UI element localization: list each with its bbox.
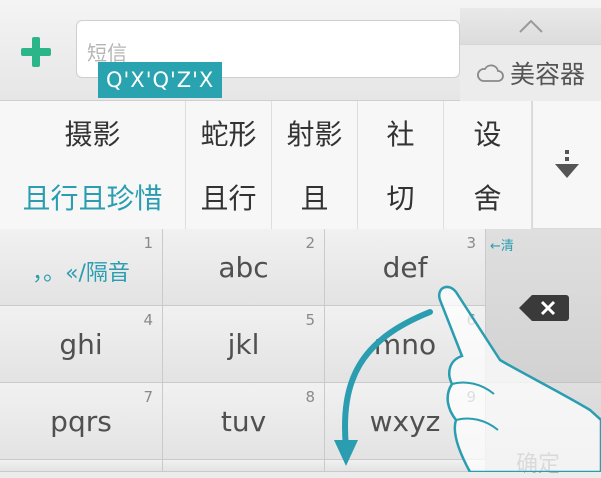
key-label: wxyz [369,405,441,438]
chevron-up-icon [518,19,543,33]
confirm-label: 确定 [516,452,561,477]
add-attachment-button[interactable] [14,30,58,74]
candidate-highlighted[interactable]: 且行且珍惜 [0,165,186,229]
key-bottom-left[interactable] [0,460,163,472]
candidate-row-1: 摄影 蛇形 射影 社 设 [0,101,532,166]
clear-hint: ←清 [490,239,514,254]
key-def[interactable]: def 3 [325,229,486,306]
top-bar: 短信 Q'X'Q'Z'X 美容器 [0,0,601,101]
candidate[interactable]: 设 [444,101,532,165]
candidate[interactable]: 摄影 [0,101,186,165]
cloud-suggestion[interactable]: 美容器 [460,44,601,101]
key-bottom-middle[interactable] [163,460,325,472]
key-number: 6 [466,311,476,329]
collapse-keyboard-button[interactable] [460,8,601,44]
key-label: abc [218,251,269,284]
key-bottom-right[interactable] [325,460,486,472]
key-1[interactable]: ，。«/隔音 1 [0,229,163,306]
key-number: 3 [466,234,476,252]
candidate[interactable]: 射影 [272,101,358,165]
key-number: 9 [466,388,476,406]
key-number: 5 [305,311,315,329]
key-number: 4 [143,311,153,329]
backspace-icon [519,295,569,321]
candidate-row-2: 且行且珍惜 且行 且 切 舍 [0,165,532,230]
key-abc[interactable]: abc 2 [163,229,325,306]
plus-icon [21,37,51,67]
candidate[interactable]: 舍 [444,165,532,229]
key-number: 1 [143,234,153,252]
candidate[interactable]: 社 [358,101,444,165]
key-ghi[interactable]: ghi 4 [0,306,163,383]
key-pqrs[interactable]: pqrs 7 [0,383,163,460]
key-tuv[interactable]: tuv 8 [163,383,325,460]
key-label: ghi [59,328,103,361]
cloud-icon [477,64,504,82]
expand-down-icon [555,149,579,178]
backspace-key[interactable]: ←清 [486,229,601,383]
key-label: jkl [227,328,260,361]
key-number: 2 [305,234,315,252]
key-wxyz[interactable]: wxyz 9 [325,383,486,460]
more-candidates-button[interactable] [532,101,601,229]
key-label: tuv [220,405,267,438]
key-label: pqrs [50,405,112,438]
key-mno[interactable]: mno 6 [325,306,486,383]
cloud-suggestion-text: 美容器 [509,60,585,89]
key-number: 7 [143,388,153,406]
key-label: mno [373,328,437,361]
key-number: 8 [305,388,315,406]
candidate[interactable]: 且行 [186,165,272,229]
pinyin-composition: Q'X'Q'Z'X [98,62,223,98]
key-label: ，。«/隔音 [32,261,130,286]
candidate[interactable]: 且 [272,165,358,229]
candidate[interactable]: 蛇形 [186,101,272,165]
candidate[interactable]: 切 [358,165,444,229]
key-jkl[interactable]: jkl 5 [163,306,325,383]
key-label: def [382,251,428,284]
